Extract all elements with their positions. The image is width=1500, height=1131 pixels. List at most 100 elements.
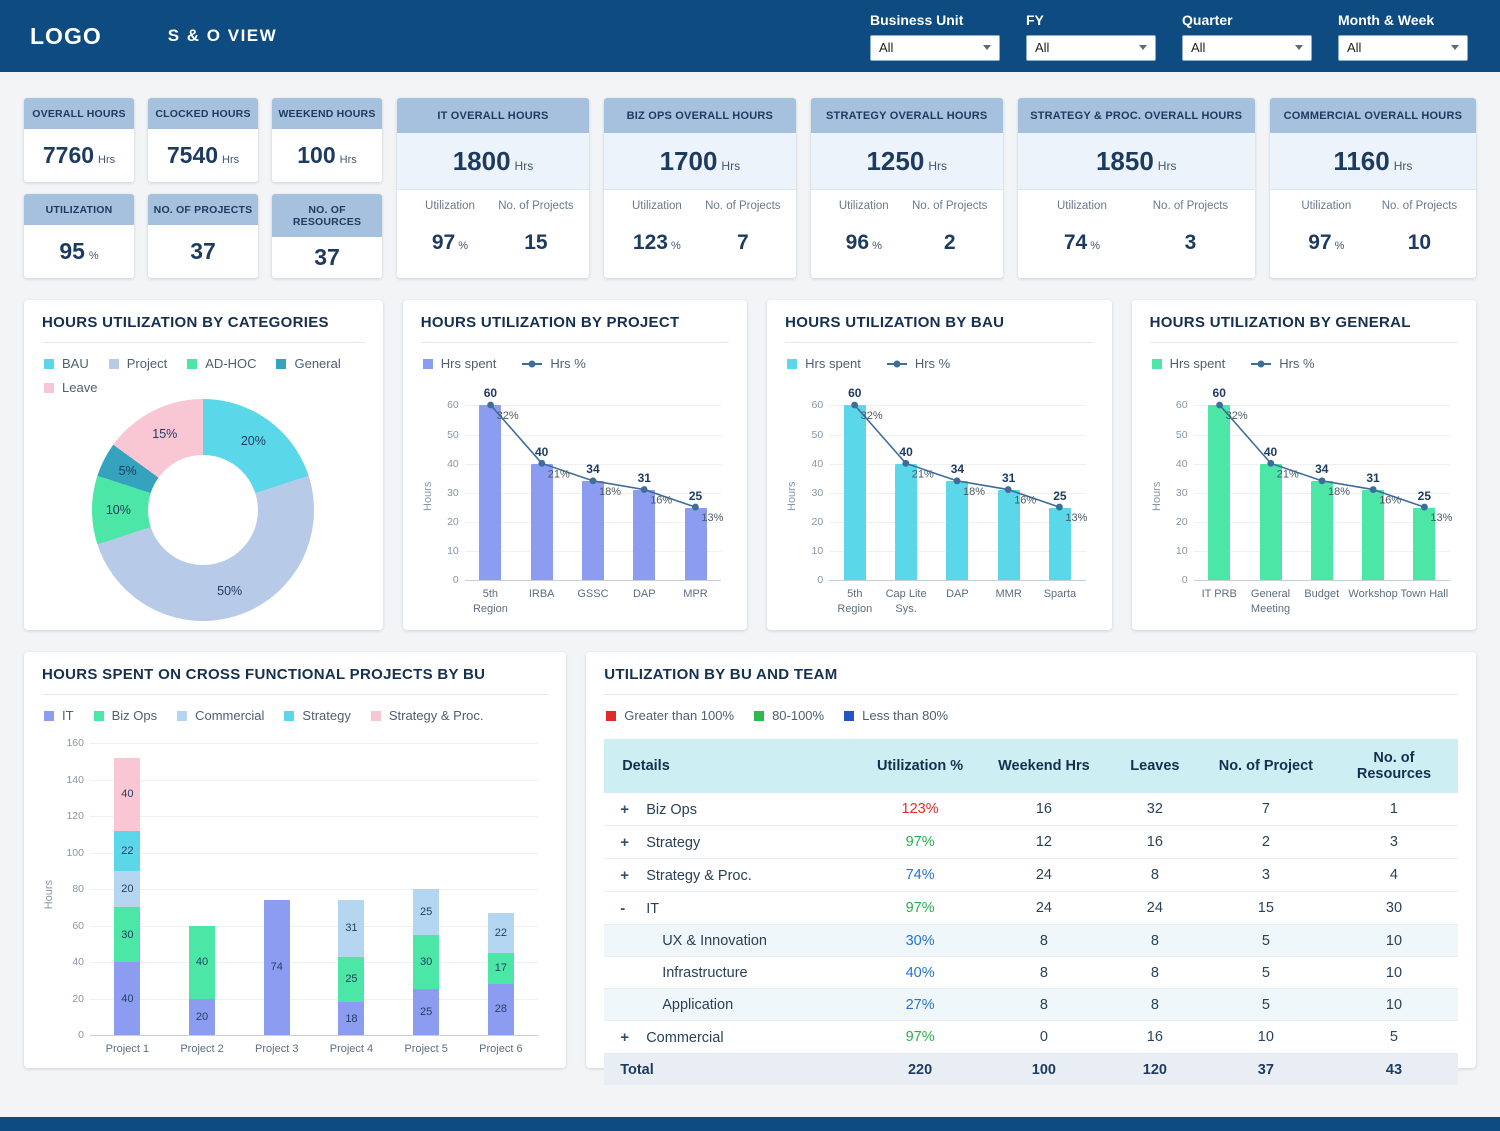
expand-toggle[interactable]: + xyxy=(620,867,646,884)
segment-it-project-1: 40 xyxy=(114,962,140,1035)
svg-text:21%: 21% xyxy=(1276,469,1298,481)
gridline xyxy=(90,889,538,890)
svg-text:16%: 16% xyxy=(650,495,672,507)
utilization-label: Utilization xyxy=(614,200,700,212)
bar-swatch xyxy=(1152,359,1162,369)
x-label-sparta: Sparta xyxy=(1034,587,1085,616)
expand-toggle[interactable]: + xyxy=(620,801,646,818)
kpi-value-area: 37 xyxy=(148,225,258,278)
y-tick: 20 xyxy=(58,993,84,1005)
bu-stat-values: 97 %10 xyxy=(1270,212,1476,255)
gridline xyxy=(90,780,538,781)
bu-card-label: STRATEGY OVERALL HOURS xyxy=(811,98,1003,133)
bu-row: +Strategy & Proc.74%24834 xyxy=(604,859,1458,892)
gridline xyxy=(90,1035,538,1036)
filter-select-quarter[interactable]: All xyxy=(1182,35,1312,61)
legend-hrs-spent: Hrs spent xyxy=(1152,356,1226,371)
kpi-number: 95 xyxy=(59,238,85,265)
utilization-number: 74 xyxy=(1064,231,1087,254)
filter-label: Month & Week xyxy=(1338,12,1468,28)
weekend-hrs-cell: 12 xyxy=(980,826,1108,859)
filter-select-fy[interactable]: All xyxy=(1026,35,1156,61)
plot: 0204060801001201401604030202240204074182… xyxy=(90,743,538,1035)
filter-label: FY xyxy=(1026,12,1156,28)
bu-stat-labels: UtilizationNo. of Projects xyxy=(1018,190,1255,212)
x-label-project-1: Project 1 xyxy=(90,1042,165,1056)
filter-quarter: QuarterAll xyxy=(1182,12,1312,61)
gridline xyxy=(90,962,538,963)
kpi-label: OVERALL HOURS xyxy=(24,98,134,129)
filter-business-unit: Business UnitAll xyxy=(870,12,1000,61)
bu-card-value: 1700Hrs xyxy=(604,133,796,190)
svg-text:18%: 18% xyxy=(963,486,985,498)
charts-row: HOURS UTILIZATION BY CATEGORIES BAUProje… xyxy=(0,278,1500,630)
percent-sign: % xyxy=(1087,240,1100,252)
line-marker-icon xyxy=(522,363,542,365)
bu-hours-unit: Hrs xyxy=(928,159,947,173)
utilization-value: 97 % xyxy=(1280,222,1373,255)
legend-swatch xyxy=(844,711,854,721)
resources-cell: 10 xyxy=(1330,957,1458,989)
legend-item-commercial: Commercial xyxy=(177,708,264,723)
legend-label: AD-HOC xyxy=(205,356,256,371)
legend-label: Hrs spent xyxy=(1170,356,1226,371)
filter-select-business-unit[interactable]: All xyxy=(870,35,1000,61)
bu-card-value: 1250Hrs xyxy=(811,133,1003,190)
y-tick: 0 xyxy=(797,574,823,586)
chart-title: HOURS SPENT ON CROSS FUNCTIONAL PROJECTS… xyxy=(42,666,548,695)
page-title: S & O VIEW xyxy=(168,26,277,46)
col-weekend-hrs: Weekend Hrs xyxy=(980,739,1108,793)
legend-label: Hrs % xyxy=(915,356,950,371)
x-label-5th-region: 5th Region xyxy=(829,587,880,616)
filter-select-month-week[interactable]: All xyxy=(1338,35,1468,61)
y-tick: 160 xyxy=(58,737,84,749)
kpi-card-utilization: UTILIZATION95% xyxy=(24,194,134,278)
x-label-cap-lite-sys: Cap Lite Sys. xyxy=(880,587,931,616)
y-tick: 10 xyxy=(433,545,459,557)
bar-value: 60 xyxy=(1195,386,1243,400)
x-label-irba: IRBA xyxy=(516,587,567,616)
kpi-card-weekend-hours: WEEKEND HOURS100Hrs xyxy=(272,98,382,182)
y-tick: 50 xyxy=(1162,429,1188,441)
x-label-it-prb: IT PRB xyxy=(1194,587,1245,616)
chart-legend: BAUProjectAD-HOCGeneralLeave xyxy=(42,343,365,399)
filter-fy: FY All xyxy=(1026,12,1156,61)
kpi-number: 7760 xyxy=(43,142,94,169)
table-legend: Greater than 100%80-100%Less than 80% xyxy=(604,695,1458,727)
projects-value: 2 xyxy=(907,222,993,255)
y-tick: 60 xyxy=(58,920,84,932)
gridline xyxy=(90,999,538,1000)
selected-value: All xyxy=(1347,40,1361,55)
utilization-cell: 97% xyxy=(860,892,980,925)
legend-swatch xyxy=(371,711,381,721)
utilization-label: Utilization xyxy=(1280,200,1373,212)
utilization-label: Utilization xyxy=(1028,200,1137,212)
plot-area: 0102030405060604034312532%21%18%16%13%IT… xyxy=(1164,375,1458,618)
slice-label-leave: 15% xyxy=(152,427,177,441)
expand-toggle[interactable]: + xyxy=(620,1029,646,1046)
chart-title: HOURS UTILIZATION BY PROJECT xyxy=(421,314,729,343)
y-tick: 100 xyxy=(58,847,84,859)
kpi-value-area: 100Hrs xyxy=(272,129,382,182)
selected-value: All xyxy=(1035,40,1049,55)
expand-toggle[interactable]: - xyxy=(620,900,646,917)
bu-stat-values: 97 %15 xyxy=(397,212,589,255)
line-marker-icon xyxy=(1251,363,1271,365)
card-hours-utilization-by-bau: HOURS UTILIZATION BY BAU Hrs spentHrs %H… xyxy=(767,300,1111,630)
legend-label: BAU xyxy=(62,356,89,371)
bu-hours-unit: Hrs xyxy=(721,159,740,173)
chart-legend: Hrs spentHrs % xyxy=(421,343,729,371)
legend-item-general: General xyxy=(276,356,340,371)
percent-sign: % xyxy=(1332,240,1345,252)
x-label-mpr: MPR xyxy=(670,587,721,616)
svg-text:13%: 13% xyxy=(1430,512,1452,524)
projects-cell: 5 xyxy=(1202,989,1330,1021)
expand-toggle[interactable]: + xyxy=(620,834,646,851)
kpi-row: OVERALL HOURS7760HrsCLOCKED HOURS7540Hrs… xyxy=(0,72,1500,278)
x-label-project-3: Project 3 xyxy=(239,1042,314,1056)
chart-body: Hours0102030405060604034312532%21%18%16%… xyxy=(421,375,729,618)
bu-card-it-overall-hours: IT OVERALL HOURS1800HrsUtilizationNo. of… xyxy=(397,98,589,278)
bu-row: +Biz Ops123%163271 xyxy=(604,793,1458,826)
legend-swatch xyxy=(276,359,286,369)
footer-bar xyxy=(0,1117,1500,1131)
